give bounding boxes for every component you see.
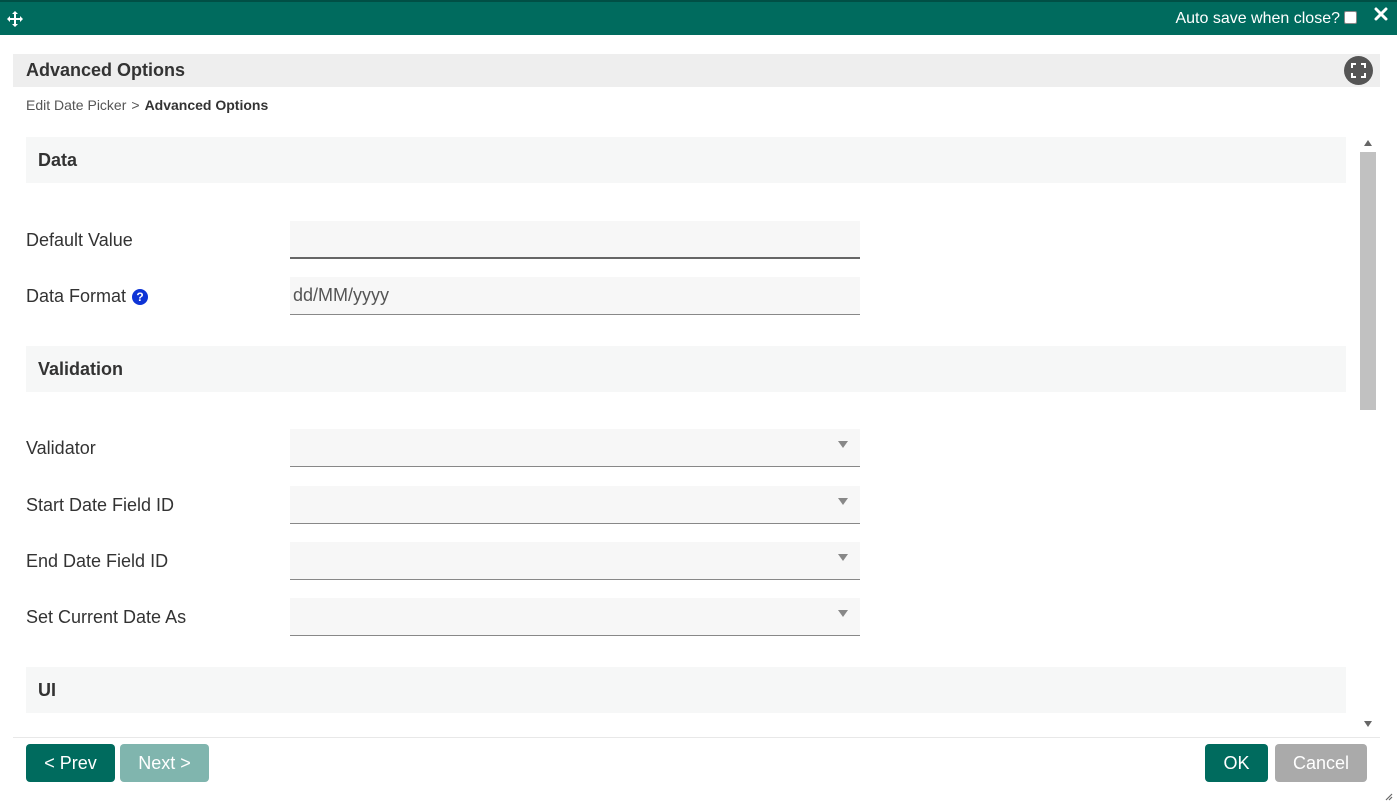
default-value-field[interactable] <box>290 221 860 259</box>
end-date-field-id-select[interactable] <box>290 542 860 580</box>
breadcrumb: Edit Date Picker > Advanced Options <box>26 97 268 113</box>
ok-button[interactable]: OK <box>1205 744 1268 782</box>
close-icon[interactable] <box>1374 7 1388 21</box>
chevron-down-icon <box>838 498 848 505</box>
section-data-header: Data <box>26 137 1346 183</box>
validator-label: Validator <box>26 438 96 459</box>
set-current-date-as-select[interactable] <box>290 598 860 636</box>
data-format-input[interactable] <box>290 277 860 314</box>
default-value-input[interactable] <box>290 221 860 257</box>
prev-button[interactable]: < Prev <box>26 744 115 782</box>
chevron-down-icon <box>838 610 848 617</box>
move-arrows-icon[interactable] <box>6 10 24 28</box>
validator-label-text: Validator <box>26 438 96 458</box>
scroll-down-arrow-icon[interactable] <box>1364 721 1372 727</box>
section-data-title: Data <box>38 150 78 170</box>
autosave-label: Auto save when close? <box>1175 10 1340 27</box>
cancel-button[interactable]: Cancel <box>1275 744 1367 782</box>
page-title: Advanced Options <box>26 60 186 80</box>
data-format-label: Data Format ? <box>26 286 149 307</box>
window-top-bar: Auto save when close? <box>0 0 1397 35</box>
end-date-field-id-label: End Date Field ID <box>26 551 168 572</box>
set-current-date-as-label: Set Current Date As <box>26 607 186 628</box>
start-date-field-id-select[interactable] <box>290 486 860 524</box>
autosave-toggle[interactable]: Auto save when close? <box>1175 10 1357 28</box>
resize-grip-icon[interactable] <box>1383 791 1393 801</box>
validator-select[interactable] <box>290 429 860 467</box>
breadcrumb-parent[interactable]: Edit Date Picker <box>26 97 126 113</box>
section-ui-header: UI <box>26 667 1346 713</box>
fullscreen-icon <box>1351 63 1366 78</box>
default-value-label-text: Default Value <box>26 230 133 250</box>
content-scrollbar[interactable] <box>1358 130 1378 737</box>
footer-divider <box>13 737 1380 738</box>
chevron-down-icon <box>838 554 848 561</box>
dialog-title-bar: Advanced Options <box>13 54 1380 87</box>
start-date-field-id-label-text: Start Date Field ID <box>26 495 175 515</box>
question-circle-icon[interactable]: ? <box>132 288 149 305</box>
start-date-field-id-label: Start Date Field ID <box>26 495 174 516</box>
set-current-date-as-label-text: Set Current Date As <box>26 607 187 627</box>
next-button[interactable]: Next > <box>120 744 209 782</box>
breadcrumb-current: Advanced Options <box>144 97 269 113</box>
options-content: Data Default Value Data Format ? Validat… <box>0 130 1358 737</box>
section-validation-title: Validation <box>38 359 124 379</box>
scroll-thumb[interactable] <box>1360 152 1376 410</box>
fullscreen-button[interactable] <box>1344 56 1373 85</box>
breadcrumb-separator: > <box>131 97 140 113</box>
data-format-label-text: Data Format <box>26 286 127 306</box>
scroll-up-arrow-icon[interactable] <box>1364 140 1372 146</box>
section-validation-header: Validation <box>26 346 1346 392</box>
default-value-label: Default Value <box>26 230 133 251</box>
data-format-field[interactable] <box>290 277 860 315</box>
end-date-field-id-label-text: End Date Field ID <box>26 551 169 571</box>
chevron-down-icon <box>838 441 848 448</box>
autosave-checkbox[interactable] <box>1344 10 1357 24</box>
section-ui-title: UI <box>38 680 56 700</box>
